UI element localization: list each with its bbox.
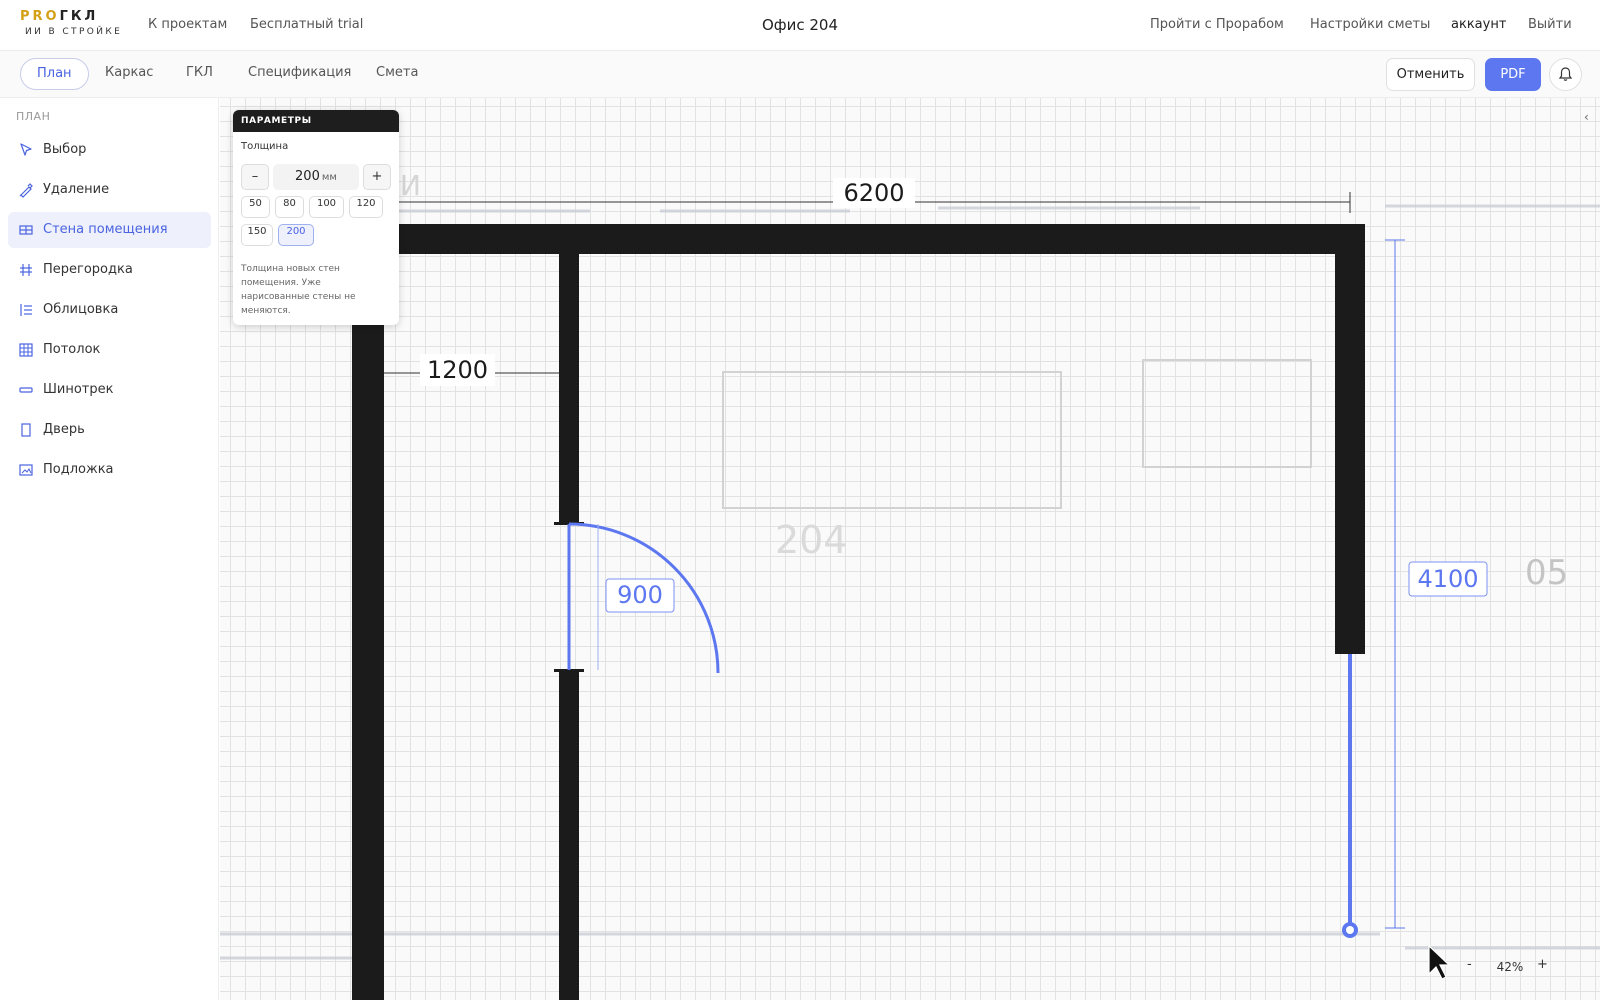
room-walls[interactable] [352, 224, 1365, 1000]
sidebar-item-door[interactable]: Дверь [8, 412, 211, 448]
nav-account-link[interactable]: аккаунт [1451, 17, 1506, 32]
sidebar-item-label: Шинотрек [43, 382, 114, 397]
cladding-icon [20, 304, 32, 316]
sidebar-item-delete[interactable]: Удаление [8, 172, 211, 208]
tab-frame[interactable]: Каркас [89, 58, 169, 90]
neighbor-room-outlines [220, 204, 1600, 1000]
thickness-value: 200 [295, 169, 320, 184]
thickness-unit: мм [321, 172, 337, 183]
door-icon [21, 423, 31, 437]
neighbor-room-label: И [400, 169, 421, 202]
cursor-icon [20, 143, 32, 156]
thickness-preset-120[interactable]: 120 [349, 196, 383, 218]
wall-left[interactable] [352, 224, 384, 1000]
mouse-cursor-icon [1428, 944, 1451, 980]
sidebar-item-select[interactable]: Выбор [8, 132, 211, 168]
tab-gkl[interactable]: ГКЛ [170, 58, 229, 90]
sidebar-item-ceiling[interactable]: Потолок [8, 332, 211, 368]
parameters-heading: ПАРАМЕТРЫ [233, 110, 399, 132]
thickness-value-field[interactable]: 200 мм [273, 164, 359, 190]
thickness-increment-button[interactable]: + [363, 164, 391, 190]
top-bar: PROГКЛ ИИ В СТРОЙКЕ К проектам Бесплатны… [0, 0, 1600, 51]
thickness-preset-80[interactable]: 80 [275, 196, 304, 218]
underlay-image-icon [19, 464, 33, 476]
partition-upper[interactable] [559, 254, 579, 522]
zoom-out-button[interactable]: - [1467, 957, 1472, 972]
floor-plan-drawing[interactable]: И 05 204 [220, 98, 1600, 1000]
furniture-table [722, 371, 1062, 509]
sidebar-item-room-wall[interactable]: Стена помещения [8, 212, 211, 248]
collapse-panel-chevron-icon[interactable]: ‹ [1584, 110, 1589, 124]
thickness-preset-150[interactable]: 150 [241, 224, 273, 246]
tab-plan[interactable]: План [20, 58, 89, 90]
wall-right-upper[interactable] [1335, 224, 1365, 654]
logo-pro: PRO [20, 9, 60, 24]
nav-trial-link[interactable]: Бесплатный trial [250, 17, 363, 32]
sidebar-item-busbar[interactable]: Шинотрек [8, 372, 211, 408]
room-wall-icon [19, 225, 33, 235]
sidebar-item-label: Выбор [43, 142, 87, 157]
sidebar-item-label: Удаление [43, 182, 110, 197]
sidebar-item-underlay[interactable]: Подложка [8, 452, 211, 488]
sidebar-item-partition[interactable]: Перегородка [8, 252, 211, 288]
zoom-in-button[interactable]: + [1537, 957, 1548, 972]
thickness-preset-50[interactable]: 50 [241, 196, 270, 218]
cancel-button[interactable]: Отменить [1386, 58, 1475, 91]
nav-projects-link[interactable]: К проектам [148, 17, 227, 32]
room-number-label: 204 [775, 518, 848, 562]
sidebar-item-label: Стена помещения [43, 222, 168, 237]
thickness-decrement-button[interactable]: – [241, 164, 269, 190]
thickness-note: Толщина новых стен помещения. Уже нарисо… [241, 264, 356, 316]
nav-estimate-settings-link[interactable]: Настройки сметы [1310, 17, 1430, 32]
dimension-height-label[interactable]: 4100 [1409, 562, 1487, 596]
sidebar-item-label: Дверь [43, 422, 85, 437]
pdf-button[interactable]: PDF [1485, 58, 1541, 91]
dimension-door-label[interactable]: 900 [606, 579, 674, 612]
logo-wordmark: PROГКЛ [20, 9, 122, 24]
logo-subtitle: ИИ В СТРОЙКЕ [25, 27, 123, 37]
thickness-preset-200[interactable]: 200 [278, 224, 314, 246]
neighbor-room-number: 05 [1525, 553, 1568, 593]
nav-logout-link[interactable]: Выйти [1528, 17, 1572, 32]
sidebar-item-cladding[interactable]: Облицовка [8, 292, 211, 328]
zoom-control: - 42% + [1455, 951, 1565, 985]
dimension-partition-label: 1200 [426, 356, 489, 384]
logo[interactable]: PROГКЛ ИИ В СТРОЙКЕ [20, 9, 122, 37]
notifications-button[interactable] [1549, 58, 1582, 91]
eraser-icon [19, 183, 33, 198]
busbar-icon [19, 387, 33, 393]
tab-bar: План Каркас ГКЛ Спецификация Смета Отмен… [0, 51, 1600, 98]
bell-icon [1558, 67, 1573, 81]
sidebar: ПЛАН Выбор Удаление Стена помещения Пере… [0, 98, 219, 1000]
ceiling-grid-icon [19, 343, 33, 357]
dimension-width-label: 6200 [843, 179, 905, 207]
tab-specification[interactable]: Спецификация [232, 58, 367, 90]
thickness-label: Толщина [241, 141, 289, 152]
sidebar-item-label: Облицовка [43, 302, 119, 317]
wall-top[interactable] [352, 224, 1365, 254]
partition-lower[interactable] [559, 672, 579, 1000]
page-title: Офис 204 [761, 16, 839, 34]
nav-prorab-link[interactable]: Пройти с Прорабом [1150, 17, 1284, 32]
furniture-desk [1142, 359, 1312, 468]
plan-canvas[interactable]: И 05 204 6200 1200 900 4100 [220, 98, 1600, 1000]
tab-estimate[interactable]: Смета [360, 58, 434, 90]
parameters-panel: ПАРАМЕТРЫ Толщина – 200 мм + 50 80 100 12… [233, 110, 399, 325]
dimension-height [1385, 239, 1405, 929]
sidebar-item-label: Подложка [43, 462, 114, 477]
partition-icon [20, 264, 32, 276]
sidebar-heading: ПЛАН [16, 110, 51, 123]
logo-gkl: ГКЛ [59, 9, 99, 24]
thickness-preset-100[interactable]: 100 [309, 196, 344, 218]
sidebar-item-label: Перегородка [43, 262, 133, 277]
sidebar-item-label: Потолок [43, 342, 101, 357]
zoom-level: 42% [1496, 960, 1524, 974]
